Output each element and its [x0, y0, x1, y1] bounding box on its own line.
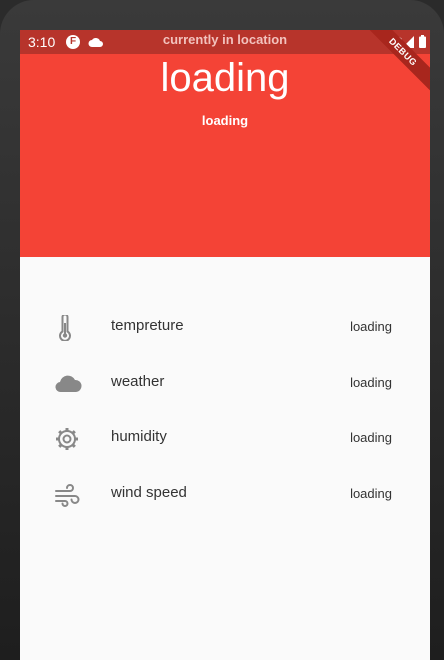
list-item-weather[interactable]: weather loading	[20, 363, 430, 403]
thermometer-icon	[59, 315, 71, 341]
list-item-wind-speed[interactable]: wind speed loading	[20, 474, 430, 514]
row-label: tempreture	[111, 317, 184, 334]
cloud-icon	[55, 375, 82, 393]
row-value: loading	[350, 319, 392, 334]
row-value: loading	[350, 486, 392, 501]
page-title: loading	[160, 56, 290, 100]
list-item-temperature[interactable]: tempreture loading	[20, 307, 430, 347]
row-value: loading	[350, 375, 392, 390]
status-title: currently in location	[162, 32, 288, 47]
app-screen: 3:10 F currently in location DEBUG loadi…	[20, 30, 430, 660]
row-label: weather	[111, 373, 165, 390]
list-item-humidity[interactable]: humidity loading	[20, 418, 430, 458]
battery-icon	[419, 35, 426, 48]
row-label: wind speed	[111, 484, 187, 501]
status-bar: 3:10 F currently in location	[20, 30, 430, 54]
row-value: loading	[350, 430, 392, 445]
gear-icon	[56, 428, 78, 450]
row-label: humidity	[111, 428, 167, 445]
page-subtitle: loading	[201, 113, 249, 128]
header: 3:10 F currently in location DEBUG loadi…	[20, 30, 430, 257]
wind-icon	[55, 484, 80, 507]
